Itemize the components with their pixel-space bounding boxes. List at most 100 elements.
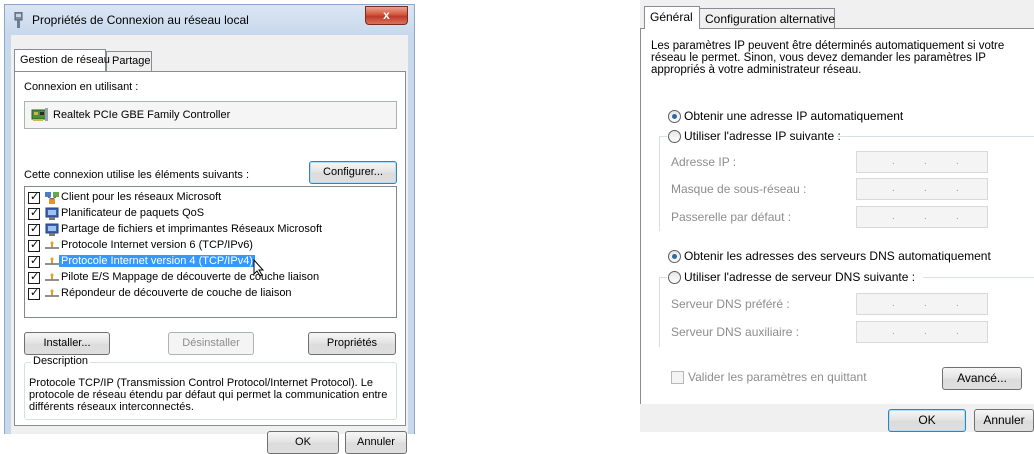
dns-alternate-field[interactable]: . . .	[856, 321, 988, 343]
ip-address-field[interactable]: . . .	[856, 151, 988, 173]
group-line	[837, 136, 1034, 137]
list-item[interactable]: ✓ Pilote E/S Mappage de découverte de co…	[25, 270, 395, 286]
configure-button[interactable]: Configurer...	[309, 161, 397, 184]
protocol-icon	[45, 289, 59, 297]
dns-preferred-label: Serveur DNS préféré :	[671, 297, 790, 311]
tab-networking[interactable]: Gestion de réseau	[14, 49, 110, 71]
item-label: Répondeur de découverte de couche de lia…	[61, 287, 292, 299]
items-label: Cette connexion utilise les éléments sui…	[24, 169, 250, 181]
ip-manual-label: Utiliser l'adresse IP suivante :	[684, 129, 841, 143]
lan-properties-window: Propriétés de Connexion au réseau local …	[4, 4, 415, 454]
uninstall-button[interactable]: Désinstaller	[168, 332, 254, 355]
item-label: Planificateur de paquets QoS	[61, 207, 205, 219]
window-title: Propriétés de Connexion au réseau local	[32, 13, 249, 27]
cancel-button[interactable]: Annuler	[345, 431, 407, 454]
list-item[interactable]: ✓ Client pour les réseaux Microsoft	[25, 190, 395, 206]
ok-button[interactable]: OK	[888, 409, 966, 432]
ip-separator: .	[924, 298, 927, 309]
description-legend: Description	[31, 355, 91, 367]
checkmark-icon: ✓	[30, 287, 40, 299]
list-item[interactable]: ✓ Répondeur de découverte de couche de l…	[25, 286, 395, 302]
ip-separator: .	[892, 298, 895, 309]
list-item[interactable]: ✓ Planificateur de paquets QoS	[25, 206, 395, 222]
group-line	[659, 277, 667, 278]
item-label: Protocole Internet version 6 (TCP/IPv6)	[61, 239, 253, 251]
ip-separator: .	[892, 211, 895, 222]
close-button[interactable]: x	[365, 6, 408, 25]
service-icon	[45, 207, 59, 220]
checkmark-icon: ✓	[30, 271, 40, 283]
item-checkbox[interactable]: ✓	[28, 271, 40, 284]
dns-auto-radio[interactable]	[668, 250, 681, 263]
advanced-button[interactable]: Avancé...	[942, 367, 1022, 390]
ip-separator: .	[956, 183, 959, 194]
protocol-icon	[45, 273, 59, 281]
item-label: Pilote E/S Mappage de découverte de couc…	[61, 271, 320, 283]
cancel-button[interactable]: Annuler	[974, 409, 1034, 432]
ip-separator: .	[924, 211, 927, 222]
networking-panel: Connexion en utilisant : Realtek PCIe GB…	[14, 71, 406, 426]
item-checkbox[interactable]: ✓	[28, 223, 40, 236]
network-adapter-icon	[14, 12, 23, 28]
list-item[interactable]: ✓ Partage de fichiers et imprimantes Rés…	[25, 222, 395, 238]
ip-separator: .	[924, 156, 927, 167]
ip-separator: .	[924, 183, 927, 194]
network-card-icon	[31, 108, 48, 121]
ipv4-properties-window: Général Configuration alternative Les pa…	[640, 0, 1034, 432]
list-item[interactable]: ✓ Protocole Internet version 6 (TCP/IPv6…	[25, 238, 395, 254]
ok-button[interactable]: OK	[267, 431, 339, 454]
ip-separator: .	[924, 326, 927, 337]
protocol-icon	[45, 257, 59, 265]
description-text: Protocole TCP/IP (Transmission Control P…	[29, 377, 388, 413]
ip-auto-label: Obtenir une adresse IP automatiquement	[684, 109, 904, 123]
tab-alternate-config[interactable]: Configuration alternative	[699, 8, 835, 28]
gateway-label: Passerelle par défaut :	[671, 210, 792, 224]
network-client-icon	[45, 192, 59, 204]
tab-general[interactable]: Général	[644, 6, 700, 29]
ip-auto-radio[interactable]	[668, 110, 681, 123]
subnet-mask-field[interactable]: . . .	[856, 178, 988, 200]
item-label: Partage de fichiers et imprimantes Résea…	[61, 223, 323, 235]
item-checkbox[interactable]: ✓	[28, 191, 40, 204]
ip-separator: .	[892, 326, 895, 337]
gateway-field[interactable]: . . .	[856, 206, 988, 228]
checkmark-icon: ✓	[30, 191, 40, 203]
group-line	[659, 136, 667, 137]
connect-using-label: Connexion en utilisant :	[24, 81, 139, 93]
ip-separator: .	[956, 211, 959, 222]
install-button[interactable]: Installer...	[24, 332, 110, 355]
item-label: Protocole Internet version 4 (TCP/IPv4)	[59, 255, 255, 267]
protocol-icon	[45, 241, 59, 249]
checkmark-icon: ✓	[30, 239, 40, 251]
ip-separator: .	[956, 298, 959, 309]
properties-button[interactable]: Propriétés	[308, 332, 396, 355]
general-panel: Les paramètres IP peuvent être déterminé…	[640, 28, 1034, 404]
item-checkbox[interactable]: ✓	[28, 287, 40, 300]
service-icon	[45, 223, 59, 236]
adapter-box: Realtek PCIe GBE Family Controller	[24, 101, 397, 129]
checkmark-icon: ✓	[30, 207, 40, 219]
ip-manual-radio[interactable]	[668, 130, 681, 143]
ip-separator: .	[892, 183, 895, 194]
ip-separator: .	[892, 156, 895, 167]
dns-manual-radio[interactable]	[668, 271, 681, 284]
item-checkbox[interactable]: ✓	[28, 207, 40, 220]
ip-separator: .	[956, 156, 959, 167]
dns-preferred-field[interactable]: . . .	[856, 293, 988, 315]
intro-text: Les paramètres IP peuvent être déterminé…	[651, 40, 1005, 76]
dns-manual-label: Utiliser l'adresse de serveur DNS suivan…	[684, 270, 916, 284]
dns-auto-label: Obtenir les adresses des serveurs DNS au…	[684, 249, 991, 263]
list-item-selected[interactable]: ✓ Protocole Internet version 4 (TCP/IPv4…	[25, 254, 395, 270]
item-checkbox[interactable]: ✓	[28, 239, 40, 252]
item-label: Client pour les réseaux Microsoft	[61, 191, 222, 203]
group-line	[923, 277, 1034, 278]
mouse-cursor-icon	[253, 259, 265, 277]
validate-checkbox[interactable]	[671, 371, 684, 384]
tab-sharing[interactable]: Partage	[106, 51, 152, 71]
checkmark-icon: ✓	[30, 255, 40, 267]
item-checkbox[interactable]: ✓	[28, 255, 40, 268]
components-list[interactable]: ✓ Client pour les réseaux Microsoft ✓ Pl…	[24, 186, 397, 318]
dialog-body: Gestion de réseau Partage Connexion en u…	[11, 35, 408, 454]
adapter-name: Realtek PCIe GBE Family Controller	[53, 109, 231, 121]
title-bar[interactable]: Propriétés de Connexion au réseau local …	[5, 5, 414, 35]
